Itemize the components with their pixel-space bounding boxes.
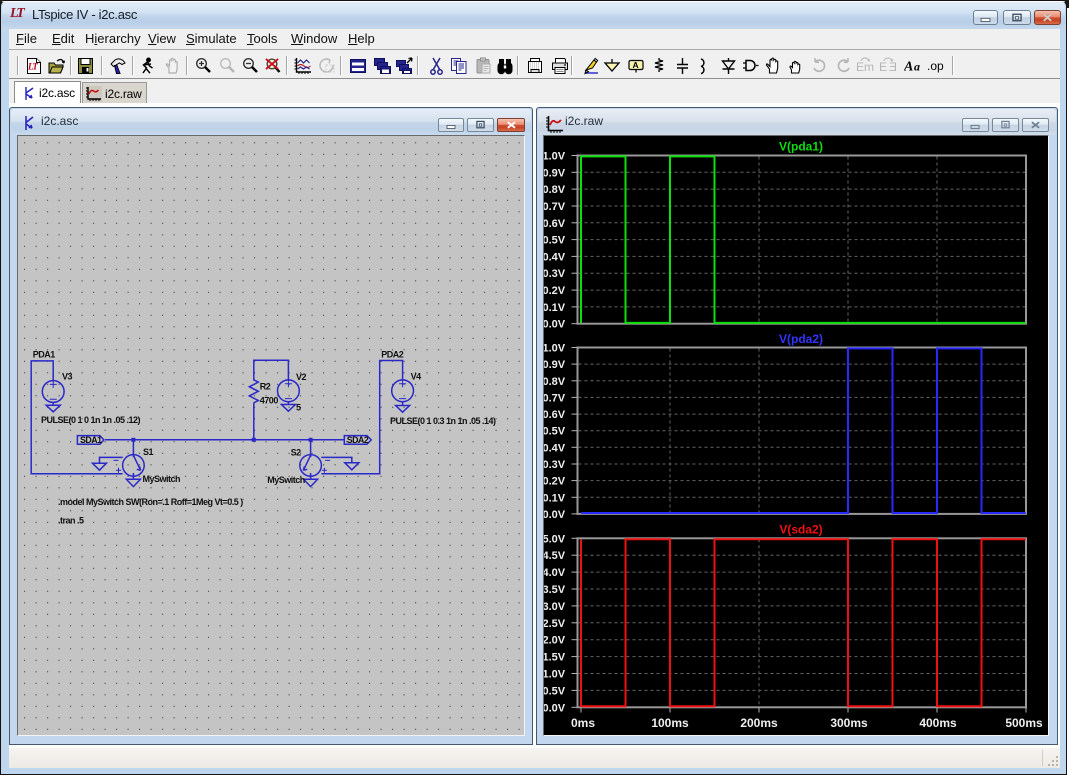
- svg-text:PULSE(0 1 0.3 1n 1n .05 .14): PULSE(0 1 0.3 1n 1n .05 .14): [390, 416, 496, 426]
- svg-text:2.5V: 2.5V: [544, 618, 566, 630]
- svg-text:0.3V: 0.3V: [544, 459, 566, 471]
- svg-text:A: A: [904, 60, 913, 75]
- svg-text:PDA1: PDA1: [33, 350, 56, 360]
- svg-text:MySwitch: MySwitch: [143, 474, 181, 484]
- svg-text:V4: V4: [411, 372, 422, 382]
- svg-text:0.1V: 0.1V: [544, 492, 566, 504]
- svg-text:V3: V3: [62, 372, 73, 382]
- svg-text:V(pda2): V(pda2): [779, 332, 823, 346]
- svg-text:0ms: 0ms: [571, 716, 595, 730]
- svg-text:0.3V: 0.3V: [544, 268, 566, 280]
- svg-text:S2: S2: [291, 448, 302, 458]
- svg-text:1.5V: 1.5V: [544, 652, 566, 664]
- svg-text:0.7V: 0.7V: [544, 392, 566, 404]
- svg-text:0.4V: 0.4V: [544, 442, 566, 454]
- svg-text:MySwitch: MySwitch: [267, 475, 305, 485]
- svg-text:.op: .op: [927, 59, 944, 73]
- svg-text:R2: R2: [260, 382, 271, 392]
- svg-text:400ms: 400ms: [919, 716, 957, 730]
- svg-text:200ms: 200ms: [740, 716, 778, 730]
- svg-text:LT: LT: [27, 62, 38, 72]
- svg-text:1.0V: 1.0V: [544, 343, 566, 355]
- svg-text:0.2V: 0.2V: [544, 285, 566, 297]
- svg-text:500ms: 500ms: [1005, 716, 1043, 730]
- svg-text:0.4V: 0.4V: [544, 251, 566, 263]
- svg-text:5: 5: [296, 402, 301, 412]
- svg-text:1.0V: 1.0V: [544, 151, 566, 163]
- svg-text:0.0V: 0.0V: [544, 319, 566, 331]
- svg-text:E: E: [888, 60, 896, 74]
- svg-text:0.5V: 0.5V: [544, 685, 566, 697]
- svg-text:S1: S1: [143, 447, 154, 457]
- svg-text:0.8V: 0.8V: [544, 376, 566, 388]
- svg-text:PULSE(0 1 0 1n 1n .05 .12): PULSE(0 1 0 1n 1n .05 .12): [41, 415, 141, 425]
- svg-text:0.8V: 0.8V: [544, 184, 566, 196]
- svg-text:0.0V: 0.0V: [544, 509, 566, 521]
- svg-text:300ms: 300ms: [830, 716, 868, 730]
- svg-text:0.1V: 0.1V: [544, 302, 566, 314]
- svg-text:0.6V: 0.6V: [544, 409, 566, 421]
- svg-text:100ms: 100ms: [651, 716, 689, 730]
- svg-text:V(sda2): V(sda2): [779, 523, 822, 537]
- svg-text:SDA2: SDA2: [347, 435, 369, 445]
- svg-text:0.5V: 0.5V: [544, 426, 566, 438]
- svg-text:4.5V: 4.5V: [544, 550, 566, 562]
- svg-text:SDA1: SDA1: [80, 435, 102, 445]
- svg-text:0.2V: 0.2V: [544, 476, 566, 488]
- svg-text:0.9V: 0.9V: [544, 167, 566, 179]
- svg-text:V2: V2: [296, 372, 307, 382]
- svg-text:PDA2: PDA2: [381, 350, 404, 360]
- svg-text:1.0V: 1.0V: [544, 669, 566, 681]
- svg-text:4.0V: 4.0V: [544, 567, 566, 579]
- svg-text:3.5V: 3.5V: [544, 584, 566, 596]
- svg-text:2.0V: 2.0V: [544, 635, 566, 647]
- svg-text:E: E: [879, 60, 887, 74]
- svg-text:3.0V: 3.0V: [544, 601, 566, 613]
- svg-text:0.7V: 0.7V: [544, 201, 566, 213]
- svg-text:Em: Em: [856, 60, 874, 74]
- svg-text:0.0V: 0.0V: [544, 702, 566, 714]
- svg-text:V(pda1): V(pda1): [779, 140, 823, 154]
- svg-text:0.6V: 0.6V: [544, 218, 566, 230]
- svg-text:a: a: [914, 60, 920, 74]
- svg-text:0.5V: 0.5V: [544, 235, 566, 247]
- svg-text:0.9V: 0.9V: [544, 359, 566, 371]
- svg-text:A: A: [632, 60, 638, 70]
- svg-text:4700: 4700: [260, 395, 279, 405]
- svg-text:5.0V: 5.0V: [544, 533, 566, 545]
- svg-text:.model MySwitch SW(Ron=.1 Roff: .model MySwitch SW(Ron=.1 Roff=1Meg Vt=0…: [58, 497, 243, 507]
- svg-text:.tran .5: .tran .5: [58, 516, 84, 526]
